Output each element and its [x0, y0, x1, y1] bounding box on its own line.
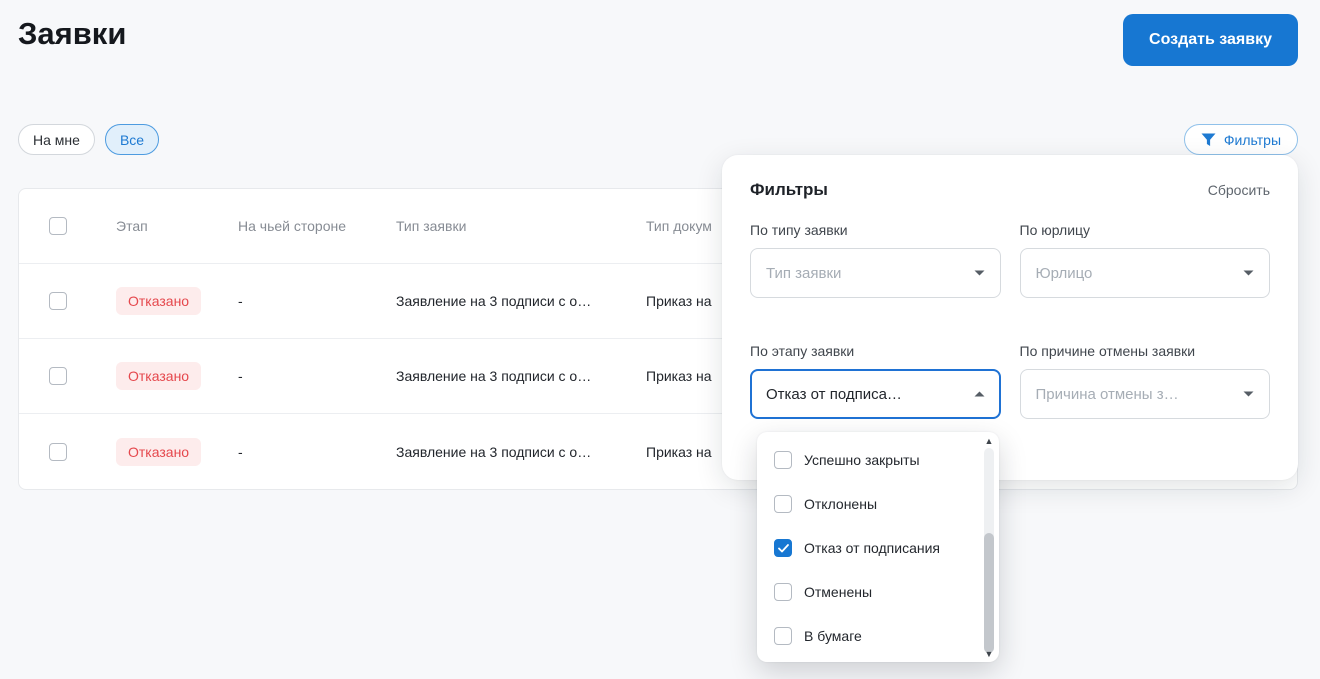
dropdown-option[interactable]: Отклонены	[757, 482, 999, 526]
cell-request-type: Заявление на 3 подписи с о…	[396, 368, 592, 384]
status-badge: Отказано	[116, 287, 202, 315]
select-value: Юрлицо	[1035, 264, 1093, 282]
create-request-button[interactable]: Создать заявку	[1123, 14, 1298, 66]
select-value: Причина отмены з…	[1035, 385, 1179, 403]
scroll-down-icon[interactable]: ▼	[983, 649, 995, 659]
column-header-stage: Этап	[116, 218, 148, 234]
cell-side: -	[238, 293, 243, 309]
field-label: По юрлицу	[1019, 222, 1091, 238]
chevron-down-icon	[1243, 270, 1254, 276]
dropdown-option[interactable]: Отменены	[757, 570, 999, 614]
option-checkbox[interactable]	[774, 495, 792, 513]
funnel-icon	[1201, 133, 1216, 147]
check-icon	[777, 543, 789, 552]
dropdown-option[interactable]: Успешно закрыты	[757, 438, 999, 482]
filters-button[interactable]: Фильтры	[1183, 124, 1298, 155]
scroll-up-icon[interactable]: ▲	[983, 436, 995, 446]
row-checkbox[interactable]	[49, 367, 67, 385]
option-label: Отклонены	[804, 496, 878, 512]
cancel-reason-select[interactable]: Причина отмены з…	[1019, 369, 1270, 419]
chevron-down-icon	[974, 270, 985, 276]
chevron-down-icon	[1243, 391, 1254, 397]
dropdown-scrollbar-thumb[interactable]	[984, 533, 994, 653]
column-header-request-type: Тип заявки	[396, 218, 467, 234]
status-badge: Отказано	[116, 362, 202, 390]
request-type-select[interactable]: Тип заявки	[750, 248, 1001, 298]
filter-chips: На мне Все	[18, 124, 160, 155]
option-checkbox[interactable]	[774, 627, 792, 645]
cell-side: -	[238, 368, 243, 384]
option-label: В бумаге	[804, 628, 862, 644]
select-value: Тип заявки	[766, 264, 842, 282]
field-cancel-reason: По причине отмены заявки Причина отмены …	[1019, 343, 1270, 419]
cell-request-type: Заявление на 3 подписи с о…	[396, 443, 592, 460]
option-checkbox-checked[interactable]	[774, 539, 792, 557]
field-legal-entity: По юрлицу Юрлицо	[1019, 222, 1270, 298]
option-checkbox[interactable]	[774, 583, 792, 601]
option-checkbox[interactable]	[774, 451, 792, 469]
field-label: По причине отмены заявки	[1019, 343, 1196, 359]
stage-select[interactable]: Отказ от подписа…	[750, 369, 1001, 419]
page-title: Заявки	[18, 16, 127, 51]
dropdown-option[interactable]: В бумаге	[757, 614, 999, 658]
dropdown-option[interactable]: Отказ от подписания	[757, 526, 999, 570]
select-value: Отказ от подписа…	[766, 385, 902, 403]
cell-request-type: Заявление на 3 подписи с о…	[396, 293, 592, 309]
chevron-up-icon	[974, 391, 985, 397]
filters-panel-title: Фильтры	[750, 180, 828, 199]
option-label: Отказ от подписания	[804, 540, 941, 556]
field-stage: По этапу заявки Отказ от подписа…	[750, 343, 1001, 419]
column-header-side: На чьей стороне	[238, 218, 347, 234]
dropdown-scrollbar-track[interactable]	[984, 448, 994, 653]
field-request-type: По типу заявки Тип заявки	[750, 222, 1001, 298]
cell-side: -	[238, 443, 243, 460]
status-badge: Отказано	[116, 437, 202, 466]
row-checkbox[interactable]	[49, 292, 67, 310]
filters-button-label: Фильтры	[1223, 131, 1281, 148]
chip-on-me[interactable]: На мне	[18, 124, 95, 155]
option-label: Отменены	[804, 584, 873, 600]
row-checkbox[interactable]	[49, 442, 67, 461]
field-label: По этапу заявки	[750, 343, 855, 359]
legal-entity-select[interactable]: Юрлицо	[1019, 248, 1270, 298]
chip-all[interactable]: Все	[104, 124, 160, 155]
select-all-checkbox[interactable]	[49, 217, 67, 235]
stage-dropdown-menu: Успешно закрыты Отклонены Отказ от подпи…	[757, 432, 999, 662]
reset-filters-link[interactable]: Сбросить	[1208, 182, 1270, 198]
field-label: По типу заявки	[750, 222, 848, 238]
option-label: Успешно закрыты	[804, 452, 920, 468]
